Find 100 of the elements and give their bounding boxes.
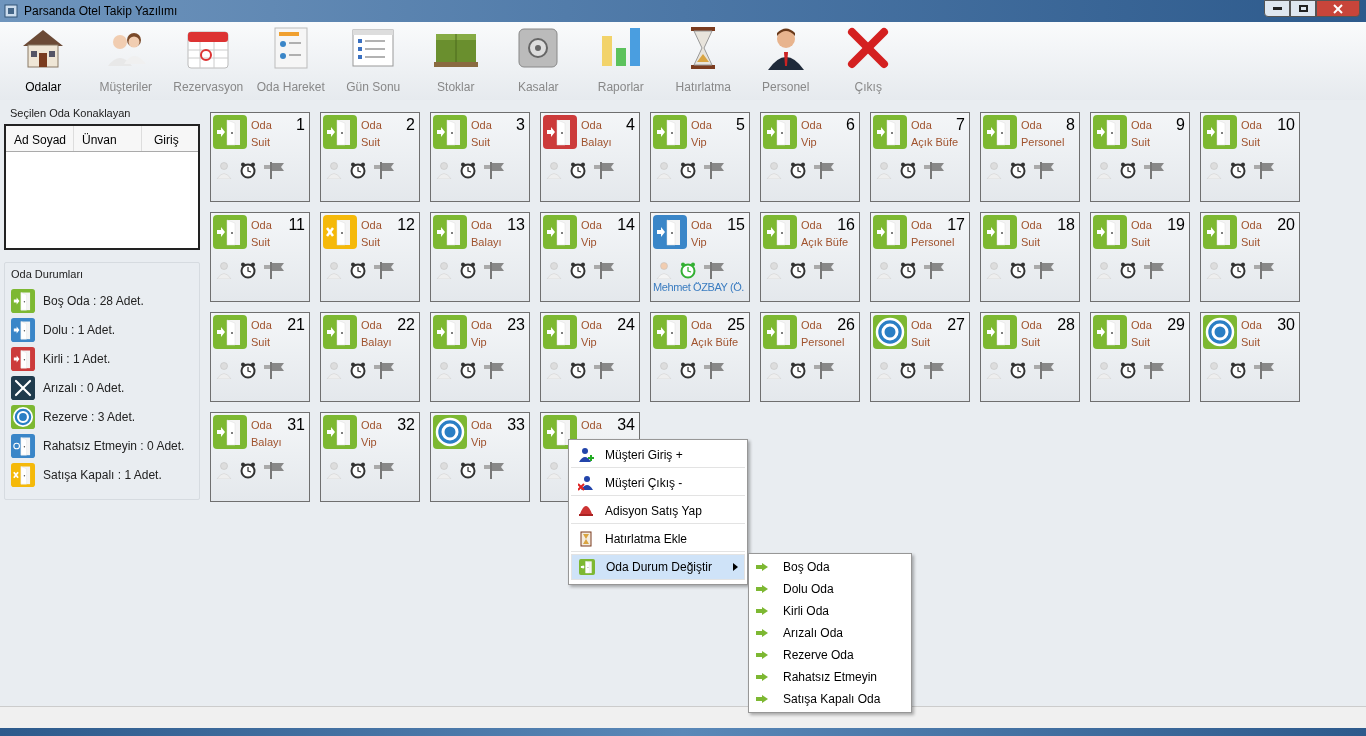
person-icon — [1205, 261, 1223, 279]
room-tile[interactable]: Oda 9 Suit — [1090, 112, 1190, 202]
person-icon — [875, 261, 893, 279]
room-tile[interactable]: Oda 17 Personel — [870, 212, 970, 302]
room-tile[interactable]: Oda 10 Suit — [1200, 112, 1300, 202]
flag-icon — [373, 461, 395, 479]
room-tile[interactable]: Oda 21 Suit — [210, 312, 310, 402]
flag-icon — [1253, 161, 1275, 179]
room-tile[interactable]: Oda 16 Açık Büfe — [760, 212, 860, 302]
room-tile[interactable]: Oda 5 Vip — [650, 112, 750, 202]
room-tile[interactable]: Oda 2 Suit — [320, 112, 420, 202]
room-tile[interactable]: Oda 7 Açık Büfe — [870, 112, 970, 202]
room-tile[interactable]: Oda 4 Balayı — [540, 112, 640, 202]
room-tile[interactable]: Oda 13 Balayı — [430, 212, 530, 302]
column-header[interactable]: Ünvan — [74, 125, 142, 151]
menu-item[interactable]: Kirli Oda — [749, 600, 911, 622]
person-icon — [545, 461, 563, 479]
room-tile[interactable]: Oda 26 Personel — [760, 312, 860, 402]
flag-icon — [1143, 361, 1165, 379]
maximize-button[interactable] — [1290, 0, 1316, 17]
flag-icon — [1253, 261, 1275, 279]
person-icon — [765, 161, 783, 179]
room-tile[interactable]: Oda 8 Personel — [980, 112, 1080, 202]
room-tile[interactable]: Oda 1 Suit — [210, 112, 310, 202]
menu-item[interactable]: Hatırlatma Ekle — [571, 526, 745, 552]
room-tile[interactable]: Oda 29 Suit — [1090, 312, 1190, 402]
menu-item[interactable]: Rezerve Oda — [749, 644, 911, 666]
person-icon — [1205, 361, 1223, 379]
menu-item[interactable]: Arızalı Oda — [749, 622, 911, 644]
room-tile[interactable]: Oda 6 Vip — [760, 112, 860, 202]
room-tile[interactable]: Oda 32 Vip — [320, 412, 420, 502]
flag-icon — [813, 361, 835, 379]
room-number: 1 — [296, 115, 305, 135]
menu-item[interactable]: Satışa Kapalı Oda — [749, 688, 911, 710]
room-tile[interactable]: Oda 18 Suit — [980, 212, 1080, 302]
room-tile[interactable]: Oda 12 Suit — [320, 212, 420, 302]
flag-icon — [373, 161, 395, 179]
person-icon — [1095, 161, 1113, 179]
room-number: 13 — [507, 215, 525, 235]
flag-icon — [1033, 361, 1055, 379]
flag-icon — [373, 361, 395, 379]
room-type: Personel — [1021, 135, 1065, 149]
room-label: Oda — [251, 418, 272, 433]
room-label: Oda — [1241, 218, 1262, 233]
close-button[interactable] — [1316, 0, 1360, 17]
room-tile[interactable]: Oda 28 Suit — [980, 312, 1080, 402]
room-tile[interactable]: Oda 25 Açık Büfe — [650, 312, 750, 402]
room-tile[interactable]: Oda 23 Vip — [430, 312, 530, 402]
room-number: 25 — [727, 315, 745, 335]
room-number: 34 — [617, 415, 635, 435]
room-label: Oda — [1131, 218, 1152, 233]
room-number: 28 — [1057, 315, 1075, 335]
person-icon — [655, 161, 673, 179]
flag-icon — [263, 461, 285, 479]
room-number: 29 — [1167, 315, 1185, 335]
menu-item[interactable]: Oda Durum Değiştir — [571, 554, 745, 580]
menu-item[interactable]: Boş Oda — [749, 556, 911, 578]
room-number: 8 — [1066, 115, 1075, 135]
room-tile[interactable]: Oda 11 Suit — [210, 212, 310, 302]
room-tile[interactable]: Oda 14 Vip — [540, 212, 640, 302]
room-tile[interactable]: Oda 19 Suit — [1090, 212, 1190, 302]
room-type: Balayı — [471, 235, 502, 249]
person-icon — [435, 461, 453, 479]
person-icon — [215, 161, 233, 179]
column-header[interactable]: Giriş — [142, 125, 198, 151]
room-label: Oda — [801, 118, 822, 133]
arrow-right-icon — [756, 695, 768, 703]
column-header[interactable]: Ad Soyad — [6, 125, 74, 151]
room-tile[interactable]: Oda 33 Vip — [430, 412, 530, 502]
room-tile[interactable]: Oda 22 Balayı — [320, 312, 420, 402]
window-title: Parsanda Otel Takip Yazılımı — [24, 3, 178, 20]
person-icon — [215, 361, 233, 379]
person-icon — [325, 461, 343, 479]
room-number: 32 — [397, 415, 415, 435]
person-icon — [875, 161, 893, 179]
room-label: Oda — [1131, 318, 1152, 333]
toolbar-button[interactable]: Odalar — [2, 24, 85, 96]
room-label: Oda — [1021, 218, 1042, 233]
room-type: Suit — [361, 135, 380, 149]
room-type: Açık Büfe — [911, 135, 959, 149]
minimize-button[interactable] — [1264, 0, 1290, 17]
room-tile[interactable]: Oda 27 Suit — [870, 312, 970, 402]
room-tile[interactable]: Oda 15 Vip Mehmet ÖZBAY (Ö. — [650, 212, 750, 302]
flag-icon — [593, 261, 615, 279]
menu-item[interactable]: Rahatsız Etmeyin — [749, 666, 911, 688]
door-icon — [579, 559, 595, 575]
room-tile[interactable]: Oda 31 Balayı — [210, 412, 310, 502]
flag-icon — [813, 261, 835, 279]
menu-item[interactable]: Dolu Oda — [749, 578, 911, 600]
room-type: Balayı — [361, 335, 392, 349]
room-label: Oda — [801, 318, 822, 333]
menu-item[interactable]: Müşteri Giriş + — [571, 442, 745, 468]
room-label: Oda — [1241, 318, 1262, 333]
room-label: Oda — [251, 218, 272, 233]
room-tile[interactable]: Oda 20 Suit — [1200, 212, 1300, 302]
room-tile[interactable]: Oda 24 Vip — [540, 312, 640, 402]
room-tile[interactable]: Oda 30 Suit — [1200, 312, 1300, 402]
menu-item[interactable]: Adisyon Satış Yap — [571, 498, 745, 524]
menu-item[interactable]: Müşteri Çıkış - — [571, 470, 745, 496]
room-tile[interactable]: Oda 3 Suit — [430, 112, 530, 202]
